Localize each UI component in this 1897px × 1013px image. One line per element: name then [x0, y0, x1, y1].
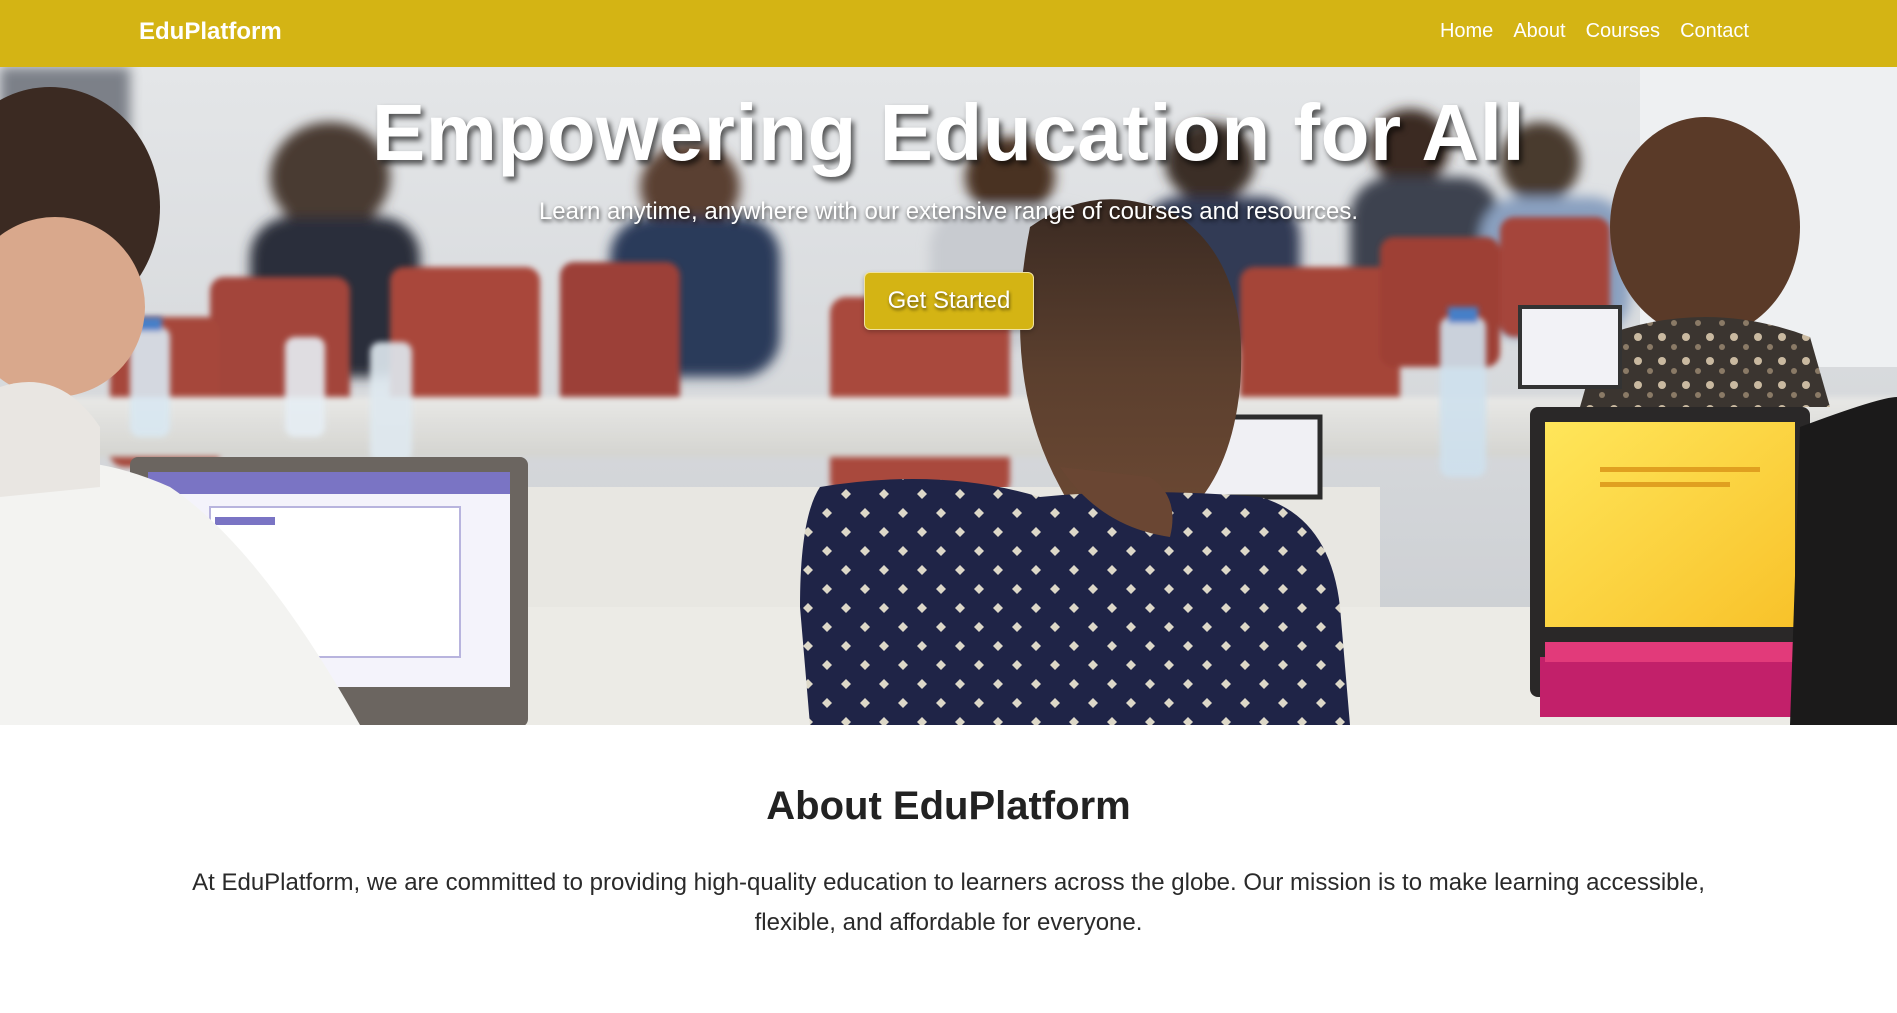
- brand-logo[interactable]: EduPlatform: [139, 18, 282, 46]
- about-section: About EduPlatform At EduPlatform, we are…: [0, 725, 1897, 1013]
- nav-link-courses[interactable]: Courses: [1586, 19, 1660, 43]
- navbar: EduPlatform Home About Courses Contact: [0, 0, 1897, 67]
- nav-links: Home About Courses Contact: [1440, 19, 1749, 43]
- get-started-button[interactable]: Get Started: [864, 272, 1034, 330]
- hero-section: Empowering Education for All Learn anyti…: [0, 67, 1897, 725]
- nav-link-about[interactable]: About: [1513, 19, 1565, 43]
- nav-link-contact[interactable]: Contact: [1680, 19, 1749, 43]
- hero-title: Empowering Education for All: [371, 88, 1526, 177]
- about-heading: About EduPlatform: [766, 784, 1131, 828]
- nav-link-home[interactable]: Home: [1440, 19, 1493, 43]
- about-description: At EduPlatform, we are committed to prov…: [192, 869, 1705, 936]
- hero-subtitle: Learn anytime, anywhere with our extensi…: [538, 198, 1359, 225]
